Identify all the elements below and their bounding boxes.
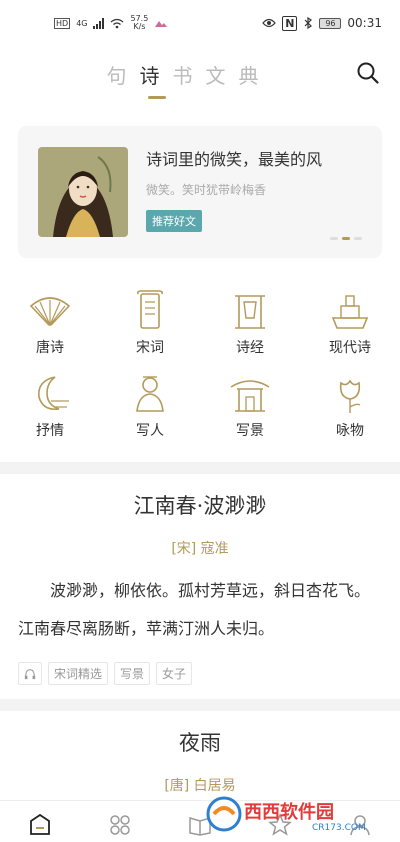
banner-subtitle: 微笑。笑时犹带岭梅香 (146, 183, 267, 197)
top-navigation: 句 诗 书 文 典 (0, 46, 400, 104)
moon-icon (38, 376, 69, 411)
fan-icon (29, 297, 71, 326)
svg-text:CR173.COM: CR173.COM (312, 823, 366, 833)
poem-author[interactable]: [唐] 白居易 (18, 775, 382, 795)
category-songci[interactable]: 宋词 (100, 288, 200, 357)
category-shijing[interactable]: 诗经 (200, 288, 300, 357)
category-label: 唐诗 (36, 340, 64, 356)
recommended-article-banner[interactable]: 诗词里的微笑，最美的风 微笑。笑时犹带岭梅香 推荐好文 (18, 126, 382, 258)
listen-icon[interactable] (18, 662, 42, 685)
category-label: 写景 (236, 423, 264, 439)
clock: 00:31 (347, 16, 382, 30)
person-icon (136, 376, 164, 412)
app-notification-icon (155, 21, 168, 27)
poem-author[interactable]: [宋] 寇准 (18, 538, 382, 558)
category-xiejing[interactable]: 写景 (200, 371, 300, 440)
carousel-dots (330, 237, 362, 240)
poem-title: 夜雨 (179, 731, 221, 755)
ship-icon (331, 295, 369, 329)
home-icon[interactable] (28, 813, 52, 837)
search-icon[interactable] (356, 61, 380, 85)
poem-body: 波渺渺，柳依依。孤村芳草远，斜日杏花飞。江南春尽离肠断，苹满汀洲人未归。 (18, 581, 371, 638)
banner-title: 诗词里的微笑，最美的风 (146, 150, 323, 169)
banner-illustration (38, 147, 128, 237)
net-speed: 57.5 K/s (130, 14, 149, 31)
category-label: 现代诗 (329, 340, 371, 356)
eye-icon (262, 18, 276, 28)
tab-wen[interactable]: 文 (199, 60, 232, 89)
bluetooth-icon (304, 17, 313, 29)
poem-tags: 宋词精选 写景 女子 (18, 662, 382, 685)
tag-songci-selection[interactable]: 宋词精选 (48, 662, 109, 685)
category-label: 咏物 (336, 423, 364, 439)
flower-icon (339, 379, 361, 413)
signal-icon (93, 17, 105, 29)
banner-section: 诗词里的微笑，最美的风 微笑。笑时犹带岭梅香 推荐好文 (0, 104, 400, 276)
tag-woman[interactable]: 女子 (156, 662, 193, 685)
category-xieren[interactable]: 写人 (100, 371, 200, 440)
category-tangshi[interactable]: 唐诗 (0, 288, 100, 357)
tab-shi[interactable]: 诗 (133, 60, 166, 89)
tab-shu[interactable]: 书 (166, 60, 199, 89)
category-xiandaishi[interactable]: 现代诗 (300, 288, 400, 357)
category-label: 宋词 (136, 340, 164, 356)
poem-title: 江南春·波渺渺 (133, 494, 267, 518)
bell-stand-icon (235, 295, 265, 329)
recommend-badge: 推荐好文 (146, 210, 202, 232)
svg-text:西西软件园: 西西软件园 (244, 801, 334, 823)
hd-icon: HD (54, 17, 71, 29)
tab-ju[interactable]: 句 (100, 60, 133, 89)
tab-bar: 句 诗 书 文 典 (100, 60, 265, 89)
category-label: 写人 (136, 423, 164, 439)
poem-card[interactable]: 江南春·波渺渺 [宋] 寇准 波渺渺，柳依依。孤村芳草远，斜日杏花飞。江南春尽离… (0, 474, 400, 699)
tag-scenery[interactable]: 写景 (114, 662, 151, 685)
network-type: 4G (76, 18, 88, 28)
pavilion-icon (230, 380, 270, 412)
active-tab-indicator (148, 96, 166, 99)
nfc-icon: N (282, 15, 298, 31)
category-grid: 唐诗 宋词 诗经 现代诗 抒情 写人 写景 咏物 (0, 276, 400, 462)
tab-dian[interactable]: 典 (232, 60, 265, 89)
category-label: 抒情 (36, 423, 64, 439)
scroll-icon (137, 290, 163, 329)
category-yongwu[interactable]: 咏物 (300, 371, 400, 440)
status-bar: HD 4G 57.5 K/s N 96 00:31 (0, 0, 400, 46)
category-shuqing[interactable]: 抒情 (0, 371, 100, 440)
wifi-icon (111, 18, 124, 28)
category-grid-icon[interactable] (108, 813, 132, 837)
category-label: 诗经 (236, 340, 264, 356)
battery-icon: 96 (319, 17, 342, 29)
watermark-logo: 西西软件园 CR173.COM (200, 794, 390, 834)
